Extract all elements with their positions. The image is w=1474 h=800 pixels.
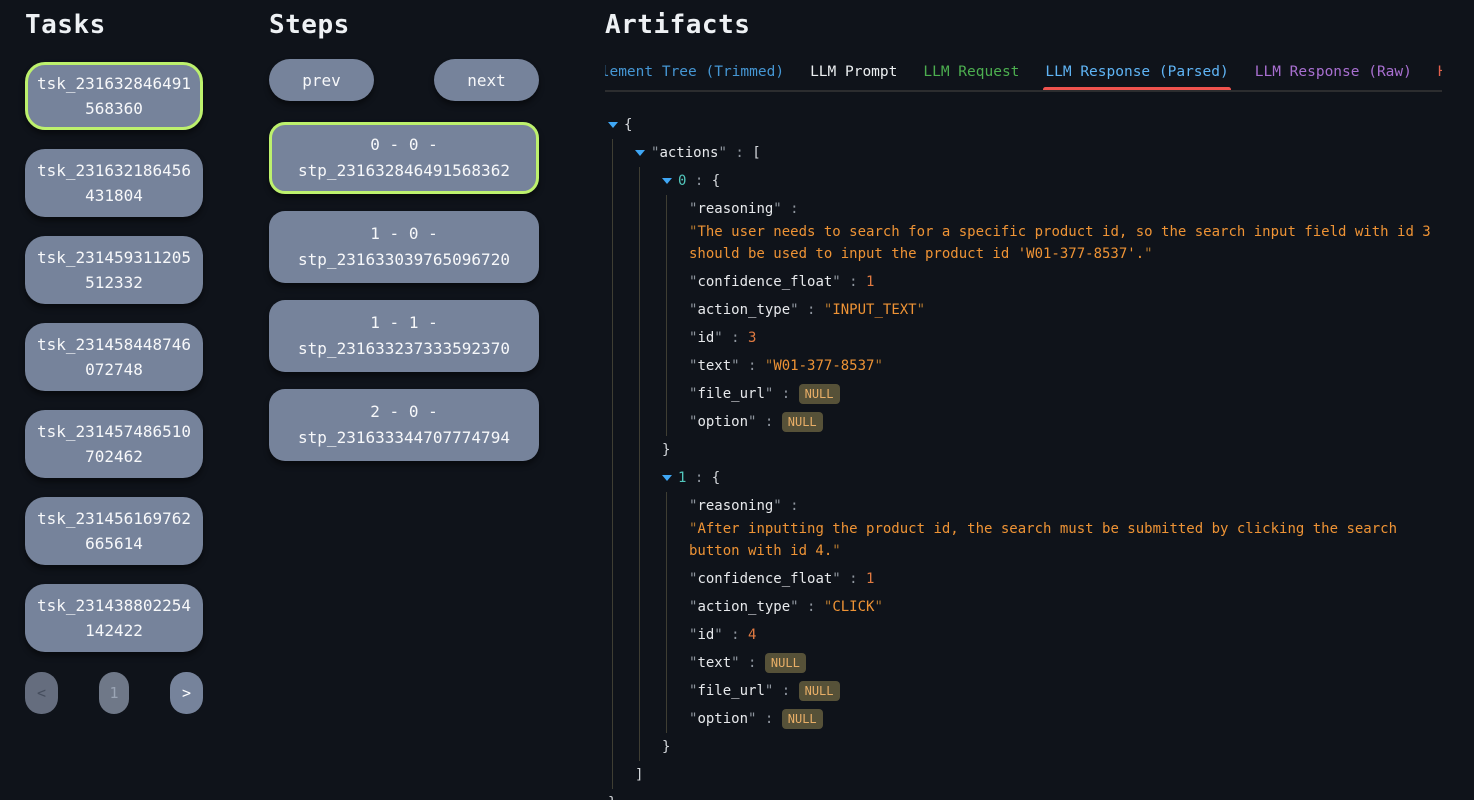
- next-step-button[interactable]: next: [434, 59, 539, 101]
- artifacts-panel: Artifacts Element Tree (Trimmed) LLM Prom…: [605, 0, 1442, 800]
- tasks-title: Tasks: [25, 10, 203, 40]
- tab-llm-response-parsed[interactable]: LLM Response (Parsed): [1045, 64, 1228, 80]
- json-children: 0 : {"reasoning" :"The user needs to sea…: [639, 167, 1442, 761]
- steps-panel: Steps prev next 0 - 0 - stp_231632846491…: [269, 0, 539, 800]
- artifacts-title: Artifacts: [605, 10, 1442, 40]
- collapse-toggle-icon[interactable]: [635, 150, 645, 156]
- json-node: {"actions" : [0 : {"reasoning" :"The use…: [608, 111, 1442, 800]
- null-badge: NULL: [765, 653, 806, 673]
- json-row: "id" : 3: [689, 324, 1442, 352]
- json-children: "reasoning" :"The user needs to search f…: [666, 195, 1442, 436]
- null-badge: NULL: [782, 412, 823, 432]
- json-row: "id" : 4: [689, 621, 1442, 649]
- json-row: "action_type" : "CLICK": [689, 593, 1442, 621]
- app-root: Tasks tsk_231632846491568360 tsk_23163218…: [0, 0, 1474, 800]
- json-string-value: "After inputting the product id, the sea…: [689, 518, 1442, 562]
- task-button[interactable]: tsk_231457486510702462: [25, 410, 203, 478]
- tab-llm-request[interactable]: LLM Request: [923, 64, 1019, 80]
- collapse-toggle-icon[interactable]: [608, 122, 618, 128]
- steps-title: Steps: [269, 10, 539, 40]
- json-node: 1 : {"reasoning" :"After inputting the p…: [662, 464, 1442, 761]
- json-children: "reasoning" :"After inputting the produc…: [666, 492, 1442, 733]
- json-children: "actions" : [0 : {"reasoning" :"The user…: [612, 139, 1442, 789]
- json-row: 1 : {: [662, 464, 1442, 492]
- task-button[interactable]: tsk_231456169762665614: [25, 497, 203, 565]
- task-button[interactable]: tsk_231459311205512332: [25, 236, 203, 304]
- next-page-button[interactable]: >: [170, 672, 203, 714]
- tab-html-raw[interactable]: Html (Raw): [1438, 64, 1442, 80]
- json-row: "option" : NULL: [689, 408, 1442, 436]
- null-badge: NULL: [799, 384, 840, 404]
- page-1-button[interactable]: 1: [99, 672, 129, 714]
- prev-step-button[interactable]: prev: [269, 59, 374, 101]
- json-node: 0 : {"reasoning" :"The user needs to sea…: [662, 167, 1442, 464]
- json-row: }: [608, 789, 1442, 800]
- step-button[interactable]: 2 - 0 - stp_231633344707774794: [269, 389, 539, 461]
- json-node: "actions" : [0 : {"reasoning" :"The user…: [635, 139, 1442, 789]
- json-row: }: [662, 733, 1442, 761]
- steps-nav: prev next: [269, 59, 539, 101]
- artifact-tabs: Element Tree (Trimmed) LLM Prompt LLM Requ…: [605, 64, 1442, 92]
- step-button[interactable]: 0 - 0 - stp_231632846491568362: [269, 122, 539, 194]
- json-row: }: [662, 436, 1442, 464]
- step-button[interactable]: 1 - 1 - stp_231633237333592370: [269, 300, 539, 372]
- tab-element-tree-trimmed[interactable]: Element Tree (Trimmed): [605, 64, 784, 80]
- json-row: 0 : {: [662, 167, 1442, 195]
- json-row: "reasoning" :: [689, 492, 1442, 520]
- json-row: "text" : NULL: [689, 649, 1442, 677]
- collapse-toggle-icon[interactable]: [662, 475, 672, 481]
- json-row: {: [608, 111, 1442, 139]
- json-row: "reasoning" :: [689, 195, 1442, 223]
- tasks-list: tsk_231632846491568360 tsk_23163218645643…: [25, 62, 203, 652]
- steps-list: 0 - 0 - stp_231632846491568362 1 - 0 - st…: [269, 122, 539, 461]
- json-row: "file_url" : NULL: [689, 677, 1442, 705]
- prev-page-button[interactable]: <: [25, 672, 58, 714]
- tab-llm-response-raw[interactable]: LLM Response (Raw): [1255, 64, 1412, 80]
- json-row: "action_type" : "INPUT_TEXT": [689, 296, 1442, 324]
- collapse-toggle-icon[interactable]: [662, 178, 672, 184]
- tab-llm-prompt[interactable]: LLM Prompt: [810, 64, 897, 80]
- json-row: "actions" : [: [635, 139, 1442, 167]
- json-row: "option" : NULL: [689, 705, 1442, 733]
- json-viewer[interactable]: {"actions" : [0 : {"reasoning" :"The use…: [605, 111, 1442, 800]
- json-row: "confidence_float" : 1: [689, 268, 1442, 296]
- task-button[interactable]: tsk_231632186456431804: [25, 149, 203, 217]
- task-button[interactable]: tsk_231438802254142422: [25, 584, 203, 652]
- tasks-pagination: <1 >: [25, 672, 203, 714]
- json-row: "text" : "W01-377-8537": [689, 352, 1442, 380]
- json-string-value: "The user needs to search for a specific…: [689, 221, 1442, 265]
- task-button[interactable]: tsk_231458448746072748: [25, 323, 203, 391]
- task-button[interactable]: tsk_231632846491568360: [25, 62, 203, 130]
- null-badge: NULL: [799, 681, 840, 701]
- json-row: "confidence_float" : 1: [689, 565, 1442, 593]
- step-button[interactable]: 1 - 0 - stp_231633039765096720: [269, 211, 539, 283]
- json-row: "file_url" : NULL: [689, 380, 1442, 408]
- json-row: ]: [635, 761, 1442, 789]
- null-badge: NULL: [782, 709, 823, 729]
- tasks-panel: Tasks tsk_231632846491568360 tsk_23163218…: [25, 0, 203, 800]
